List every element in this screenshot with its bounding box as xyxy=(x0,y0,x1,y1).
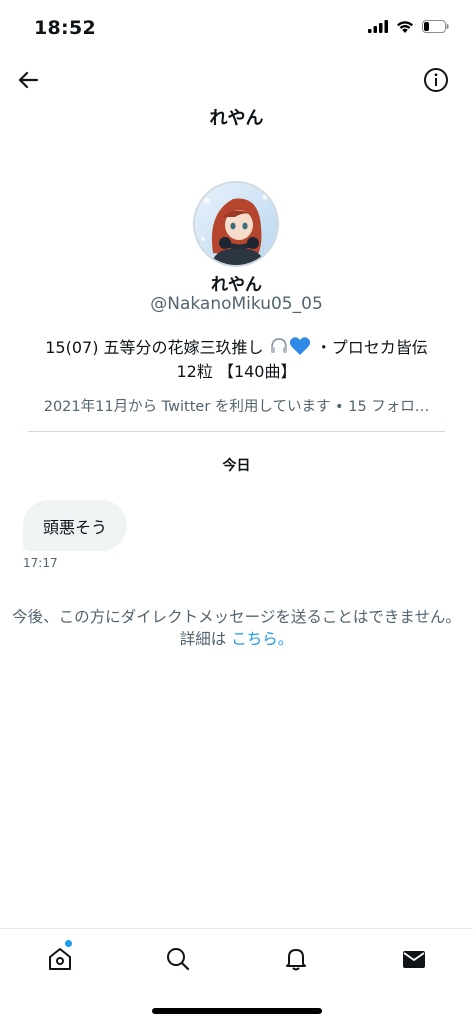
profile-bio: 15(07) 五等分の花嫁三玖推し ・プロセカ皆伝 12粒 【140曲】 xyxy=(20,336,453,382)
bell-icon xyxy=(286,949,306,971)
tab-home[interactable] xyxy=(40,939,80,979)
date-label: 今日 xyxy=(222,458,251,474)
status-time: 18:52 xyxy=(34,17,96,39)
conversation-title: れやん xyxy=(209,108,264,129)
tab-search[interactable] xyxy=(158,939,198,979)
tab-messages[interactable] xyxy=(394,939,434,979)
bio-text: 15(07) 五等分の花嫁三玖推し xyxy=(45,338,264,357)
bio-line-2: 12粒 【140曲】 xyxy=(176,362,297,381)
home-icon xyxy=(49,948,71,970)
dm-closed-notice: 今後、この方にダイレクトメッセージを送ることはできません。詳細は こちら。 xyxy=(10,606,463,650)
mail-icon xyxy=(403,951,425,968)
bio-text-rest: ・プロセカ皆伝 xyxy=(310,338,428,357)
headphone-emoji-icon xyxy=(269,336,289,361)
profile-name[interactable]: れやん xyxy=(0,270,473,295)
back-arrow-icon xyxy=(18,71,39,89)
message-time: 17:17 xyxy=(23,556,58,570)
message-bubble[interactable]: 頭悪そう xyxy=(23,500,128,551)
notice-link[interactable]: こちら。 xyxy=(231,630,293,648)
info-icon xyxy=(424,68,448,92)
search-icon xyxy=(167,948,190,971)
profile-handle[interactable]: @NakanoMiku05_05 xyxy=(0,294,473,314)
notification-dot xyxy=(65,940,72,947)
divider xyxy=(28,431,445,432)
info-button[interactable] xyxy=(422,66,450,94)
nav-bar: れやん xyxy=(0,54,473,134)
status-bar: 18:52 xyxy=(0,0,473,54)
tab-notifications[interactable] xyxy=(276,939,316,979)
battery-icon xyxy=(422,18,449,37)
cellular-signal-icon xyxy=(368,18,388,37)
status-icons xyxy=(368,18,449,37)
avatar[interactable] xyxy=(193,181,279,267)
profile-meta[interactable]: 2021年11月から Twitter を利用しています • 15 フォロ… xyxy=(26,395,447,416)
wifi-icon xyxy=(396,18,414,37)
back-button[interactable] xyxy=(14,66,42,94)
message-text: 頭悪そう xyxy=(43,517,108,537)
home-indicator xyxy=(152,1008,322,1014)
blue-heart-emoji-icon xyxy=(289,336,311,361)
